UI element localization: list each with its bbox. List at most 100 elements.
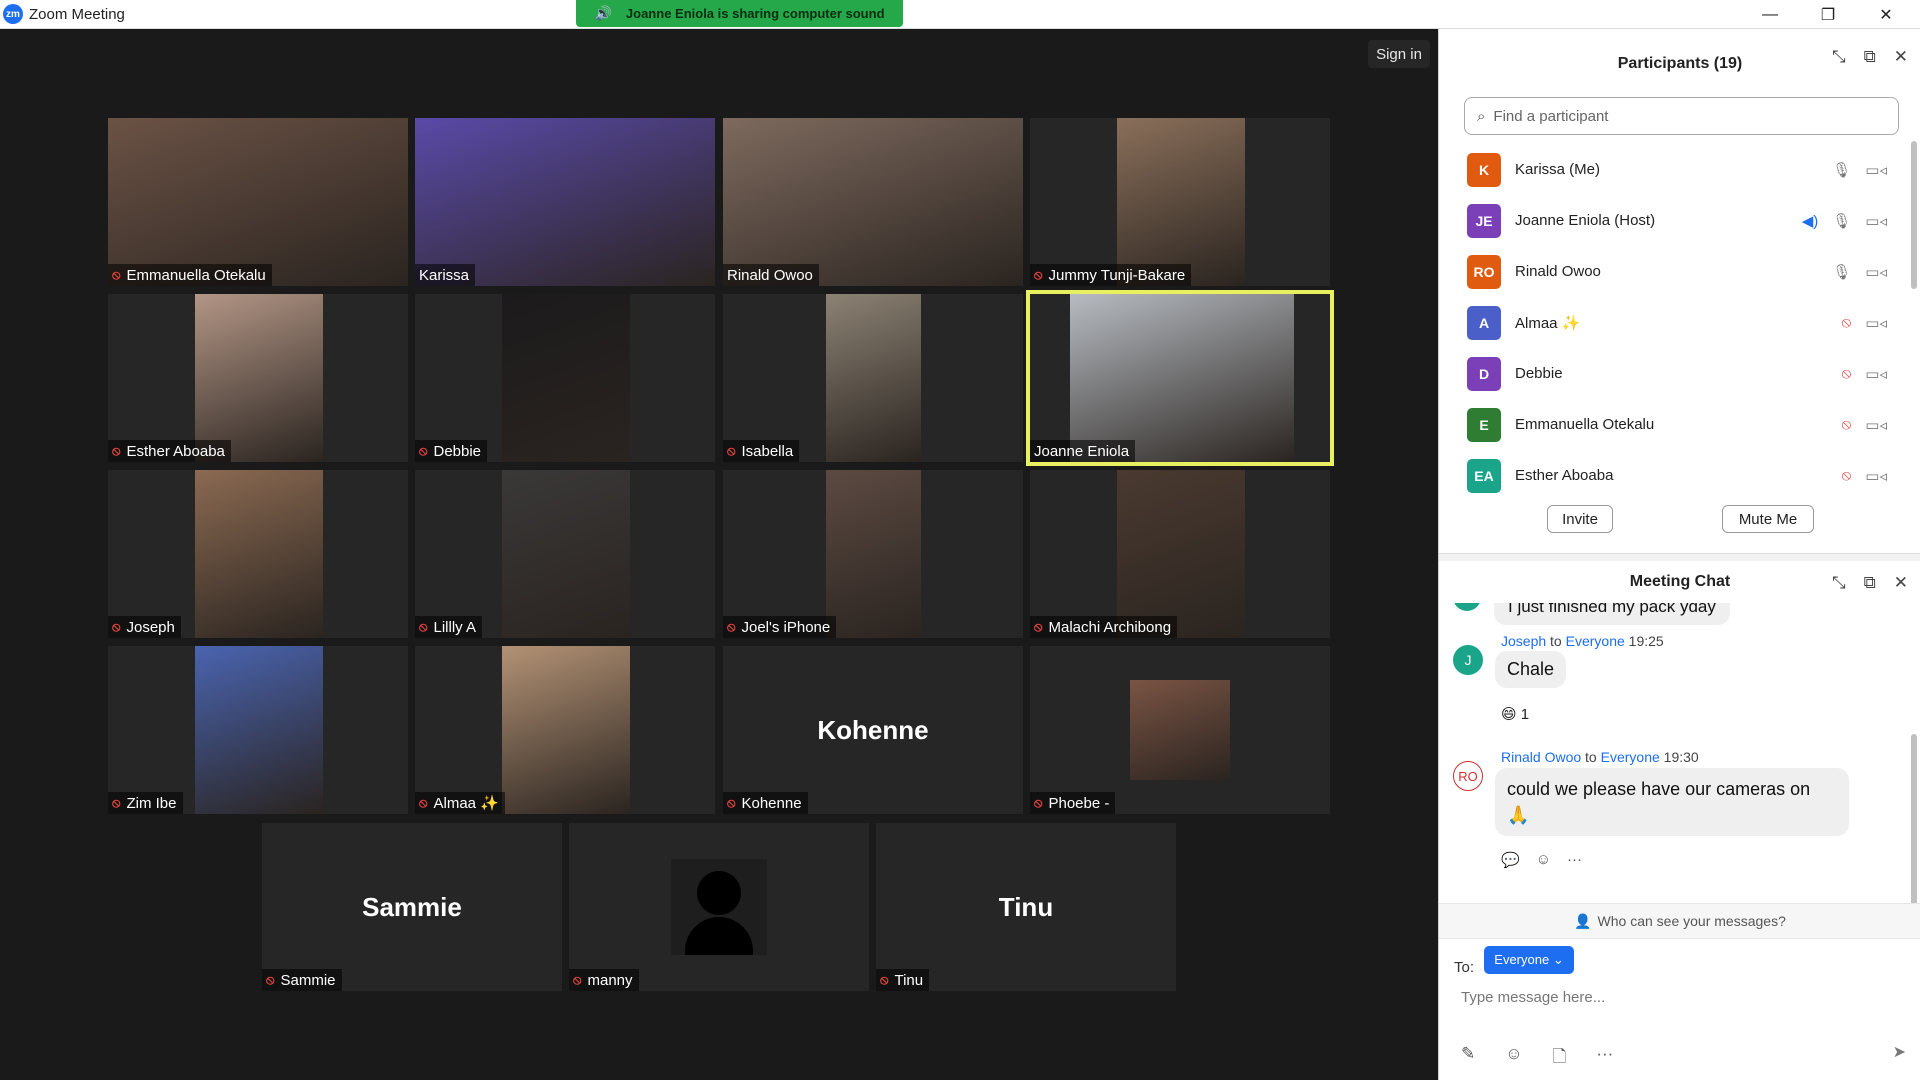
tile-name-label: ⦸ Kohenne: [723, 792, 808, 814]
close-window-button[interactable]: ✕: [1858, 0, 1914, 29]
video-tile[interactable]: Sammie ⦸ Sammie: [262, 823, 562, 991]
participant-name: Emmanuella Otekalu: [1515, 416, 1655, 433]
muted-mic-icon: ⦸: [1034, 619, 1043, 634]
sharing-sound-banner[interactable]: 🔊 Joanne Eniola is sharing computer soun…: [576, 0, 903, 27]
participant-row[interactable]: A Almaa ✨ ⦸ ▭◃: [1439, 297, 1905, 348]
chat-message-partial: I just finished my pack yday: [1494, 603, 1730, 625]
muted-mic-icon: ⦸: [1034, 795, 1043, 810]
chat-scrollbar[interactable]: [1911, 734, 1917, 924]
muted-mic-icon[interactable]: ⦸: [1842, 314, 1852, 331]
muted-mic-icon[interactable]: ⦸: [1842, 467, 1852, 484]
tile-display-name: Sammie: [362, 891, 462, 922]
tile-name-label: ⦸ Lillly A: [415, 616, 483, 638]
reply-icon[interactable]: 💬: [1501, 851, 1520, 869]
video-feed: [826, 294, 921, 462]
muted-mic-icon[interactable]: ⦸: [1842, 416, 1852, 433]
invite-button[interactable]: Invite: [1547, 505, 1613, 533]
more-icon[interactable]: ···: [1567, 851, 1582, 869]
restore-button[interactable]: ❐: [1800, 0, 1856, 29]
mic-icon[interactable]: 🎙: [1832, 212, 1851, 230]
recipient-dropdown[interactable]: Everyone ⌄: [1484, 946, 1574, 974]
camera-icon[interactable]: ▭◃: [1865, 263, 1887, 281]
video-tile[interactable]: ⦸ Debbie: [415, 294, 715, 462]
video-tile[interactable]: ⦸ Lillly A: [415, 470, 715, 638]
participant-name: Jummy Tunji-Bakare: [1048, 266, 1186, 284]
camera-icon[interactable]: ▭◃: [1865, 365, 1887, 383]
popout-icon[interactable]: ⧉: [1864, 573, 1876, 593]
popout-icon[interactable]: ⧉: [1864, 47, 1876, 67]
participant-row[interactable]: E Emmanuella Otekalu ⦸ ▭◃: [1439, 399, 1905, 450]
window-title: Zoom Meeting: [29, 5, 125, 23]
video-tile[interactable]: Kohenne ⦸ Kohenne: [723, 646, 1023, 814]
video-tile[interactable]: ⦸ Phoebe -: [1030, 646, 1330, 814]
tile-name-label: ⦸ Jummy Tunji-Bakare: [1030, 264, 1192, 286]
sign-in-button[interactable]: Sign in: [1368, 40, 1430, 68]
tile-name-label: ⦸ Malachi Archibong: [1030, 616, 1178, 638]
video-feed: [108, 118, 408, 286]
reaction-badge[interactable]: 😄 1: [1501, 705, 1529, 723]
video-tile[interactable]: ⦸ Malachi Archibong: [1030, 470, 1330, 638]
video-feed: [195, 470, 323, 638]
file-icon[interactable]: 🗋: [1553, 1044, 1567, 1073]
tile-name-label: ⦸ Sammie: [262, 969, 342, 991]
minimize-button[interactable]: —: [1742, 0, 1798, 29]
video-tile[interactable]: ⦸ Esther Aboaba: [108, 294, 408, 462]
video-tile[interactable]: Tinu ⦸ Tinu: [876, 823, 1176, 991]
participant-row[interactable]: EA Esther Aboaba ⦸ ▭◃: [1439, 450, 1905, 501]
video-tile[interactable]: ⦸ Almaa ✨: [415, 646, 715, 814]
participant-row[interactable]: D Debbie ⦸ ▭◃: [1439, 348, 1905, 399]
default-avatar-icon: [671, 859, 767, 955]
camera-icon[interactable]: ▭◃: [1865, 467, 1887, 485]
who-can-see-link[interactable]: 👤 Who can see your messages?: [1439, 903, 1920, 939]
camera-icon[interactable]: ▭◃: [1865, 314, 1887, 332]
mic-icon[interactable]: 🎙: [1832, 161, 1851, 179]
participant-row[interactable]: RO Rinald Owoo 🎙 ▭◃: [1439, 246, 1905, 297]
video-tile[interactable]: ⦸ Jummy Tunji-Bakare: [1030, 118, 1330, 286]
participants-scrollbar[interactable]: [1911, 141, 1917, 289]
chat-input[interactable]: Type message here...: [1461, 989, 1605, 1006]
mute-me-button[interactable]: Mute Me: [1722, 505, 1814, 533]
to-label: To:: [1454, 959, 1475, 976]
participant-name: manny: [587, 971, 633, 989]
participant-name: Debbie: [433, 442, 482, 460]
mic-icon[interactable]: 🎙: [1832, 263, 1851, 281]
close-icon[interactable]: ✕: [1894, 47, 1908, 67]
participant-status-icons: 🎙 ▭◃: [1832, 263, 1887, 281]
participant-name: Karissa (Me): [1515, 161, 1601, 178]
video-tile[interactable]: ⦸ Joel's iPhone: [723, 470, 1023, 638]
format-icon[interactable]: ✎: [1461, 1044, 1475, 1073]
add-reaction-icon[interactable]: ☺: [1536, 851, 1551, 869]
collapse-icon[interactable]: ⤡: [1832, 47, 1846, 67]
participant-search-input[interactable]: ⌕ Find a participant: [1464, 97, 1899, 135]
chat-message-cameras[interactable]: could we please have our cameras on 🙏: [1495, 768, 1849, 836]
participant-row[interactable]: JE Joanne Eniola (Host) ◀) 🎙 ▭◃: [1439, 195, 1905, 246]
close-icon[interactable]: ✕: [1894, 573, 1908, 593]
video-tile[interactable]: Rinald Owoo: [723, 118, 1023, 286]
participant-name: Malachi Archibong: [1048, 618, 1172, 636]
camera-icon[interactable]: ▭◃: [1865, 416, 1887, 434]
muted-mic-icon: ⦸: [573, 972, 582, 987]
send-icon[interactable]: ➤: [1893, 1042, 1906, 1062]
video-tile[interactable]: ⦸ Joseph: [108, 470, 408, 638]
video-tile[interactable]: ⦸ Zim Ibe: [108, 646, 408, 814]
video-tile[interactable]: ⦸ Isabella: [723, 294, 1023, 462]
chat-avatar-rinald[interactable]: RO: [1453, 761, 1483, 791]
muted-mic-icon: ⦸: [419, 795, 428, 810]
muted-mic-icon[interactable]: ⦸: [1842, 365, 1852, 382]
participant-name: Phoebe -: [1048, 794, 1110, 812]
participant-row[interactable]: K Karissa (Me) 🎙 ▭◃: [1439, 144, 1905, 195]
collapse-icon[interactable]: ⤡: [1832, 573, 1846, 593]
video-feed: [502, 294, 630, 462]
video-tile[interactable]: Joanne Eniola: [1026, 290, 1334, 466]
video-feed: [195, 294, 323, 462]
video-tile[interactable]: ⦸ manny: [569, 823, 869, 991]
camera-icon[interactable]: ▭◃: [1865, 212, 1887, 230]
chat-avatar-joseph[interactable]: J: [1453, 645, 1483, 675]
video-tile[interactable]: Karissa: [415, 118, 715, 286]
more-icon[interactable]: ···: [1596, 1044, 1613, 1073]
emoji-icon[interactable]: ☺: [1505, 1044, 1522, 1073]
participant-status-icons: ◀) 🎙 ▭◃: [1802, 212, 1887, 230]
chat-message-chale[interactable]: Chale: [1495, 651, 1567, 688]
camera-icon[interactable]: ▭◃: [1865, 161, 1887, 179]
video-tile[interactable]: ⦸ Emmanuella Otekalu: [108, 118, 408, 286]
